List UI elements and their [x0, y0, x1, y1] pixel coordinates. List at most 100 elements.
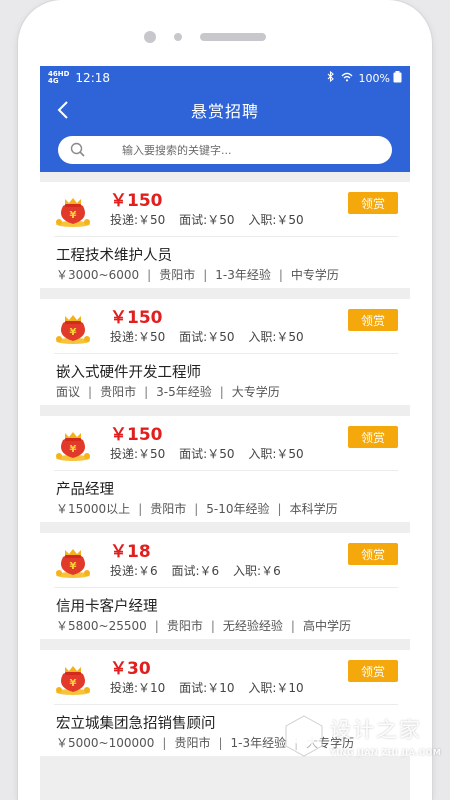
watermark: 设计之家 YING JIAN ZHI JIA.COM [280, 704, 450, 800]
onboard-reward: 入职:￥50 [248, 330, 304, 344]
job-salary: ￥15000以上 [56, 502, 131, 516]
delivery-reward: 投递:￥10 [110, 681, 166, 695]
reward-section: ¥ ￥150 投递:￥50 面试:￥50 入职:￥50 领赏 [40, 182, 410, 234]
job-meta: ￥15000以上 | 贵阳市 | 5-10年经验 | 本科学历 [56, 502, 338, 516]
job-salary: ￥3000~6000 [56, 268, 140, 282]
job-city: 贵阳市 [159, 268, 196, 282]
search-input[interactable] [120, 142, 380, 158]
job-experience: 3-5年经验 [156, 385, 212, 399]
reward-section: ¥ ￥150 投递:￥50 面试:￥50 入职:￥50 领赏 [40, 299, 410, 351]
svg-text:¥: ¥ [70, 678, 77, 689]
search-icon [70, 142, 86, 158]
chevron-left-icon[interactable] [52, 99, 74, 121]
onboard-reward: 入职:￥50 [248, 447, 304, 461]
clock: 12:18 [75, 71, 111, 85]
job-experience: 无经验经验 [222, 619, 283, 633]
network-type-2: 4G [48, 77, 59, 85]
job-city: 贵阳市 [100, 385, 137, 399]
reward-section: ¥ ￥18 投递:￥6 面试:￥6 入职:￥6 领赏 [40, 533, 410, 585]
reward-breakdown: 投递:￥50 面试:￥50 入职:￥50 [110, 211, 314, 228]
job-education: 高中学历 [302, 619, 351, 633]
watermark-logo-icon [285, 715, 323, 757]
bluetooth-icon [327, 70, 335, 85]
reward-total: ￥150 [110, 425, 163, 445]
front-camera-icon [144, 31, 156, 43]
svg-text:¥: ¥ [70, 444, 77, 455]
status-bar: 46HD 4G 12:18 100% [40, 66, 410, 90]
job-title[interactable]: 信用卡客户经理 [56, 595, 158, 616]
reward-breakdown: 投递:￥10 面试:￥10 入职:￥10 [110, 679, 314, 696]
money-bag-icon: ¥ [56, 666, 90, 695]
job-card[interactable]: ¥ ￥150 投递:￥50 面试:￥50 入职:￥50 领赏 嵌入式硬件开发工程… [40, 299, 410, 405]
reward-breakdown: 投递:￥50 面试:￥50 入职:￥50 [110, 445, 314, 462]
job-card[interactable]: ¥ ￥150 投递:￥50 面试:￥50 入职:￥50 领赏 工程技术维护人员 … [40, 182, 410, 288]
battery-icon [393, 70, 402, 86]
delivery-reward: 投递:￥50 [110, 213, 166, 227]
job-salary: ￥5800~25500 [56, 619, 147, 633]
job-title[interactable]: 产品经理 [56, 478, 114, 499]
job-meta: ￥5800~25500 | 贵阳市 | 无经验经验 | 高中学历 [56, 619, 351, 633]
claim-reward-button[interactable]: 领赏 [348, 426, 398, 448]
job-salary: 面议 [56, 385, 81, 399]
divider [54, 353, 398, 354]
reward-total: ￥18 [110, 542, 151, 562]
job-title[interactable]: 工程技术维护人员 [56, 244, 172, 265]
job-title[interactable]: 宏立城集团急招销售顾问 [56, 712, 216, 733]
job-list: ¥ ￥150 投递:￥50 面试:￥50 入职:￥50 领赏 工程技术维护人员 … [40, 172, 410, 756]
interview-reward: 面试:￥10 [179, 681, 235, 695]
job-city: 贵阳市 [166, 619, 203, 633]
claim-reward-button[interactable]: 领赏 [348, 660, 398, 682]
money-bag-icon: ¥ [56, 198, 90, 227]
job-education: 中专学历 [290, 268, 339, 282]
divider [54, 470, 398, 471]
reward-section: ¥ ￥150 投递:￥50 面试:￥50 入职:￥50 领赏 [40, 416, 410, 468]
delivery-reward: 投递:￥6 [110, 564, 158, 578]
app-screen: 46HD 4G 12:18 100% 悬赏招聘 输入要搜索的关键字... ¥ ￥… [40, 66, 410, 800]
money-bag-icon: ¥ [56, 549, 90, 578]
job-card[interactable]: ¥ ￥150 投递:￥50 面试:￥50 入职:￥50 领赏 产品经理 ￥150… [40, 416, 410, 522]
job-education: 大专学历 [231, 385, 280, 399]
reward-section: ¥ ￥30 投递:￥10 面试:￥10 入职:￥10 领赏 [40, 650, 410, 702]
page-title: 悬赏招聘 [190, 102, 259, 121]
onboard-reward: 入职:￥10 [248, 681, 304, 695]
interview-reward: 面试:￥6 [171, 564, 220, 578]
delivery-reward: 投递:￥50 [110, 447, 166, 461]
interview-reward: 面试:￥50 [179, 213, 235, 227]
interview-reward: 面试:￥50 [179, 330, 235, 344]
onboard-reward: 入职:￥6 [233, 564, 281, 578]
svg-text:¥: ¥ [70, 327, 77, 338]
search-area [40, 130, 410, 172]
money-bag-icon: ¥ [56, 432, 90, 461]
job-city: 贵阳市 [150, 502, 187, 516]
job-education: 本科学历 [289, 502, 338, 516]
svg-text:¥: ¥ [70, 210, 77, 221]
reward-total: ￥150 [110, 308, 163, 328]
divider [54, 236, 398, 237]
claim-reward-button[interactable]: 领赏 [348, 543, 398, 565]
claim-reward-button[interactable]: 领赏 [348, 192, 398, 214]
phone-frame: 46HD 4G 12:18 100% 悬赏招聘 输入要搜索的关键字... ¥ ￥… [18, 0, 432, 800]
wifi-icon [341, 72, 353, 85]
reward-breakdown: 投递:￥50 面试:￥50 入职:￥50 [110, 328, 314, 345]
watermark-text: 设计之家 [330, 718, 422, 742]
speaker-grille [200, 33, 266, 41]
reward-total: ￥150 [110, 191, 163, 211]
job-card[interactable]: ¥ ￥18 投递:￥6 面试:￥6 入职:￥6 领赏 信用卡客户经理 ￥5800… [40, 533, 410, 639]
sensor-icon [174, 33, 182, 41]
watermark-subtext: YING JIAN ZHI JIA.COM [330, 748, 442, 757]
onboard-reward: 入职:￥50 [248, 213, 304, 227]
job-salary: ￥5000~100000 [56, 736, 155, 750]
header-bar: 悬赏招聘 [40, 90, 410, 130]
svg-text:¥: ¥ [70, 561, 77, 572]
job-experience: 5-10年经验 [206, 502, 270, 516]
interview-reward: 面试:￥50 [179, 447, 235, 461]
job-city: 贵阳市 [174, 736, 211, 750]
money-bag-icon: ¥ [56, 315, 90, 344]
delivery-reward: 投递:￥50 [110, 330, 166, 344]
search-box[interactable] [58, 136, 392, 164]
claim-reward-button[interactable]: 领赏 [348, 309, 398, 331]
job-title[interactable]: 嵌入式硬件开发工程师 [56, 361, 201, 382]
reward-total: ￥30 [110, 659, 151, 679]
job-experience: 1-3年经验 [215, 268, 271, 282]
job-experience: 1-3年经验 [230, 736, 287, 750]
